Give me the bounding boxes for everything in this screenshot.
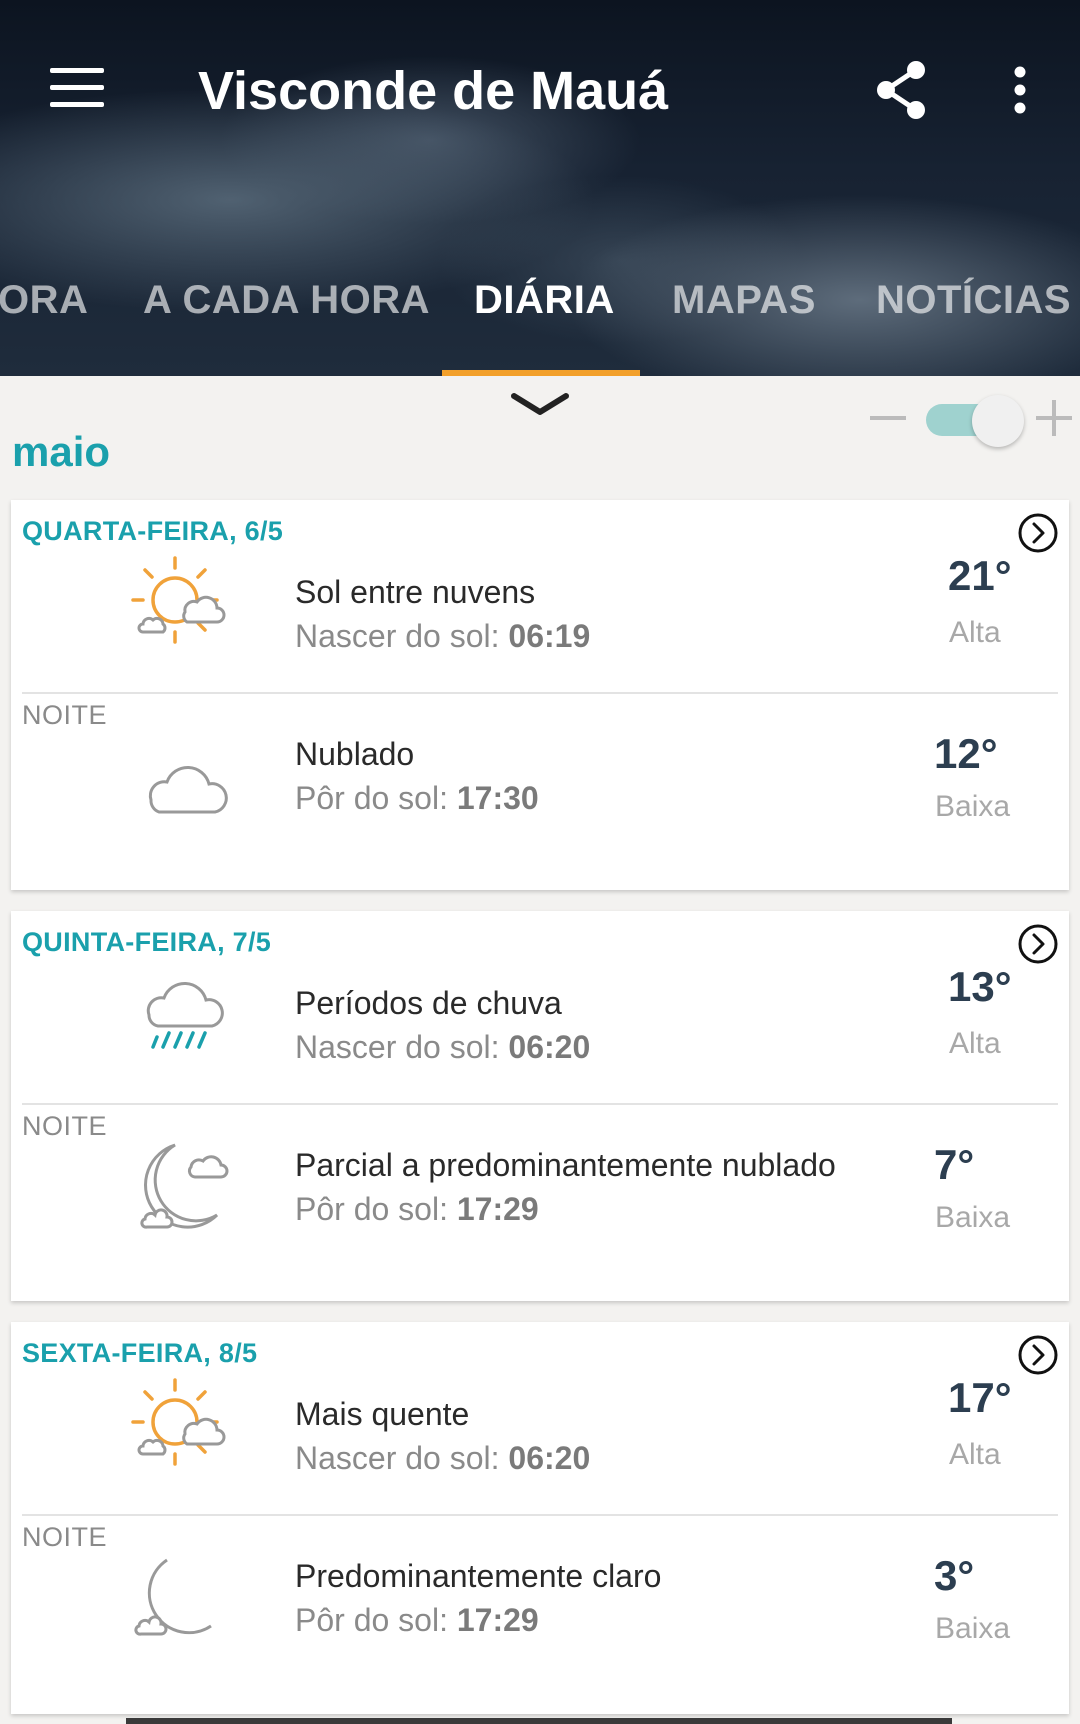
header: Visconde de Mauá ORA A CADA HORA DIÁRIA … xyxy=(0,0,1080,376)
high-temp-label: Alta xyxy=(949,1438,1001,1471)
divider xyxy=(22,1514,1058,1516)
low-temp: 3° xyxy=(934,1552,975,1599)
rain-icon xyxy=(146,981,224,1049)
page-title: Visconde de Mauá xyxy=(198,61,669,121)
high-temp-label: Alta xyxy=(949,616,1001,649)
night-label: NOITE xyxy=(22,1522,108,1552)
sunset-text: Pôr do sol: 17:29 xyxy=(295,1191,539,1227)
month-label: maio xyxy=(12,428,111,475)
partly-sunny-icon xyxy=(131,556,226,644)
night-condition: Predominantemente claro xyxy=(295,1558,662,1594)
high-temp: 21° xyxy=(948,552,1012,599)
low-temp-label: Baixa xyxy=(935,790,1011,823)
day-card[interactable]: SEXTA-FEIRA, 8/5 Mais quente Nascer do s… xyxy=(11,1322,1069,1714)
tab-hourly[interactable]: A CADA HORA xyxy=(143,278,430,323)
tab-bar: ORA A CADA HORA DIÁRIA MAPAS NOTÍCIAS xyxy=(0,270,1080,376)
tab-news[interactable]: NOTÍCIAS xyxy=(876,278,1071,323)
day-date: QUINTA-FEIRA, 7/5 xyxy=(22,927,272,957)
tab-agora[interactable]: ORA xyxy=(0,278,88,323)
active-tab-indicator xyxy=(442,370,640,376)
sunset-text: Pôr do sol: 17:30 xyxy=(295,780,539,816)
chevron-down-icon[interactable] xyxy=(508,390,572,422)
low-temp-label: Baixa xyxy=(935,1201,1011,1234)
night-label: NOITE xyxy=(22,1111,108,1141)
more-options-icon[interactable] xyxy=(1000,62,1040,122)
high-temp-label: Alta xyxy=(949,1027,1001,1060)
moon-small-cloud-icon xyxy=(134,1558,212,1636)
chevron-right-circle-icon[interactable] xyxy=(1017,1334,1059,1376)
divider xyxy=(22,1103,1058,1105)
moon-cloud-icon xyxy=(140,1143,229,1229)
chevron-right-circle-icon[interactable] xyxy=(1017,512,1059,554)
tab-maps[interactable]: MAPAS xyxy=(672,278,816,323)
night-condition: Parcial a predominantemente nublado xyxy=(295,1147,836,1183)
sunset-text: Pôr do sol: 17:29 xyxy=(295,1602,539,1638)
day-condition: Sol entre nuvens xyxy=(295,574,536,610)
day-condition: Mais quente xyxy=(295,1396,470,1432)
next-card-edge xyxy=(126,1718,952,1724)
day-card[interactable]: QUARTA-FEIRA, 6/5 Sol entre nuvens Nasce… xyxy=(11,500,1069,890)
high-temp: 13° xyxy=(948,963,1012,1010)
night-label: NOITE xyxy=(22,700,108,730)
low-temp-label: Baixa xyxy=(935,1612,1011,1645)
cloud-icon xyxy=(148,765,228,814)
tab-daily[interactable]: DIÁRIA xyxy=(474,278,615,323)
high-temp: 17° xyxy=(948,1374,1012,1421)
day-date: QUARTA-FEIRA, 6/5 xyxy=(22,516,284,546)
chevron-right-circle-icon[interactable] xyxy=(1017,923,1059,965)
day-date: SEXTA-FEIRA, 8/5 xyxy=(22,1338,258,1368)
low-temp: 7° xyxy=(934,1141,975,1188)
night-condition: Nublado xyxy=(295,736,415,772)
zoom-in-icon[interactable] xyxy=(1036,400,1072,436)
zoom-out-icon[interactable] xyxy=(870,416,906,420)
divider xyxy=(22,692,1058,694)
zoom-toggle[interactable] xyxy=(926,395,1024,447)
sunrise-text: Nascer do sol: 06:20 xyxy=(295,1440,591,1476)
partly-sunny-icon xyxy=(131,1378,226,1466)
share-icon[interactable] xyxy=(872,58,930,122)
sunrise-text: Nascer do sol: 06:19 xyxy=(295,618,591,654)
sunrise-text: Nascer do sol: 06:20 xyxy=(295,1029,591,1065)
menu-icon[interactable] xyxy=(50,68,104,108)
day-card[interactable]: QUINTA-FEIRA, 7/5 Períodos de chuva Nasc… xyxy=(11,911,1069,1301)
low-temp: 12° xyxy=(934,730,998,777)
day-condition: Períodos de chuva xyxy=(295,985,562,1021)
